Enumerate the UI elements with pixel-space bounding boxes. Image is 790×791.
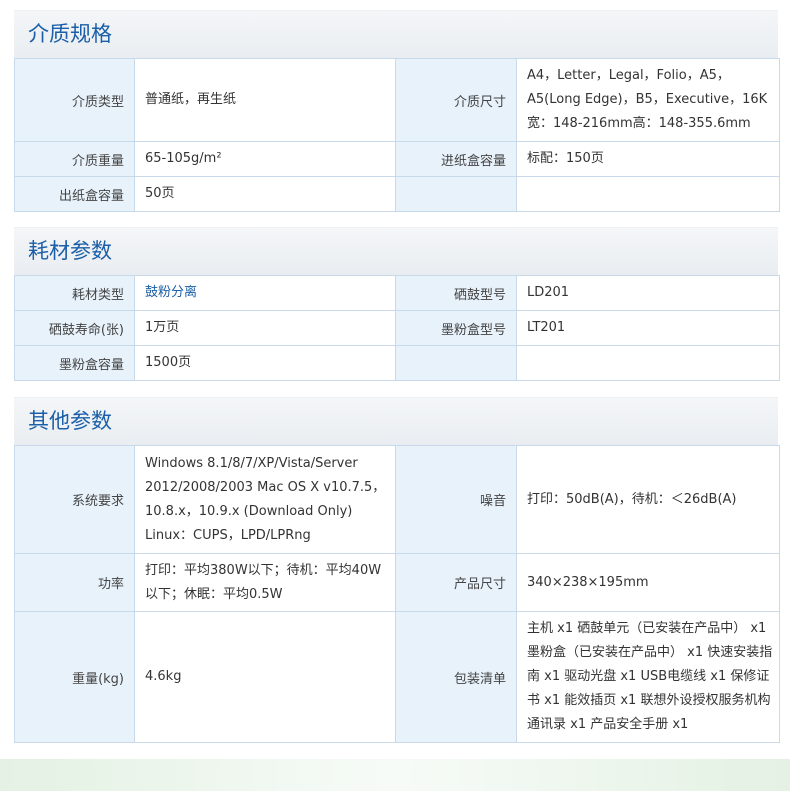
spec-value: 65-105g/m²	[134, 141, 396, 177]
spec-value: 1500页	[134, 345, 396, 381]
spec-table: 耗材类型 鼓粉分离 硒鼓型号 LD201 硒鼓寿命(张) 1万页 墨粉盒型号 L…	[14, 275, 780, 381]
spec-value: LT201	[516, 310, 780, 346]
spec-label: 系统要求	[14, 445, 135, 554]
spec-value: A4，Letter，Legal，Folio，A5，A5(Long Edge)，B…	[516, 58, 780, 142]
section-title: 介质规格	[14, 10, 778, 58]
spec-value: 普通纸，再生纸	[134, 58, 396, 142]
spec-value	[516, 345, 780, 381]
table-row: 硒鼓寿命(张) 1万页 墨粉盒型号 LT201	[14, 310, 780, 346]
spec-table: 介质类型 普通纸，再生纸 介质尺寸 A4，Letter，Legal，Folio，…	[14, 58, 780, 212]
spec-label: 硒鼓型号	[395, 275, 517, 311]
spec-label	[395, 176, 517, 212]
section-title: 耗材参数	[14, 227, 778, 275]
spec-value: 打印：平均380W以下；待机：平均40W以下；休眠：平均0.5W	[134, 553, 396, 612]
table-row: 系统要求 Windows 8.1/8/7/XP/Vista/Server 201…	[14, 445, 780, 554]
bottom-gradient-bar	[0, 759, 790, 791]
spec-label: 墨粉盒型号	[395, 310, 517, 346]
table-row: 出纸盒容量 50页	[14, 176, 780, 212]
section-consumables: 耗材参数 耗材类型 鼓粉分离 硒鼓型号 LD201 硒鼓寿命(张) 1万页 墨粉…	[14, 227, 780, 381]
table-row: 介质重量 65-105g/m² 进纸盒容量 标配：150页	[14, 141, 780, 177]
spec-label: 功率	[14, 553, 135, 612]
spec-value: LD201	[516, 275, 780, 311]
spec-label: 包装清单	[395, 611, 517, 743]
spec-value: 340×238×195mm	[516, 553, 780, 612]
spec-label: 介质重量	[14, 141, 135, 177]
section-title: 其他参数	[14, 397, 778, 445]
table-row: 功率 打印：平均380W以下；待机：平均40W以下；休眠：平均0.5W 产品尺寸…	[14, 553, 780, 612]
section-media-specs: 介质规格 介质类型 普通纸，再生纸 介质尺寸 A4，Letter，Legal，F…	[14, 10, 780, 212]
spec-value: 4.6kg	[134, 611, 396, 743]
spec-label: 出纸盒容量	[14, 176, 135, 212]
spec-value	[516, 176, 780, 212]
spec-value: 打印：50dB(A)，待机：＜26dB(A)	[516, 445, 780, 554]
spec-label: 墨粉盒容量	[14, 345, 135, 381]
spec-label: 进纸盒容量	[395, 141, 517, 177]
spec-value: 标配：150页	[516, 141, 780, 177]
spec-label	[395, 345, 517, 381]
spec-label: 介质尺寸	[395, 58, 517, 142]
table-row: 介质类型 普通纸，再生纸 介质尺寸 A4，Letter，Legal，Folio，…	[14, 58, 780, 142]
spec-value: 主机 x1 硒鼓单元（已安装在产品中） x1 墨粉盒（已安装在产品中） x1 快…	[516, 611, 780, 743]
spec-label: 产品尺寸	[395, 553, 517, 612]
spec-label: 耗材类型	[14, 275, 135, 311]
spec-label: 介质类型	[14, 58, 135, 142]
spec-label: 硒鼓寿命(张)	[14, 310, 135, 346]
table-row: 墨粉盒容量 1500页	[14, 345, 780, 381]
spec-value: Windows 8.1/8/7/XP/Vista/Server 2012/200…	[134, 445, 396, 554]
table-row: 耗材类型 鼓粉分离 硒鼓型号 LD201	[14, 275, 780, 311]
spec-table: 系统要求 Windows 8.1/8/7/XP/Vista/Server 201…	[14, 445, 780, 743]
table-row: 重量(kg) 4.6kg 包装清单 主机 x1 硒鼓单元（已安装在产品中） x1…	[14, 611, 780, 743]
spec-value: 1万页	[134, 310, 396, 346]
spec-label: 重量(kg)	[14, 611, 135, 743]
spec-label: 噪音	[395, 445, 517, 554]
spec-value: 50页	[134, 176, 396, 212]
section-other-params: 其他参数 系统要求 Windows 8.1/8/7/XP/Vista/Serve…	[14, 397, 780, 743]
spec-value: 鼓粉分离	[134, 275, 396, 311]
